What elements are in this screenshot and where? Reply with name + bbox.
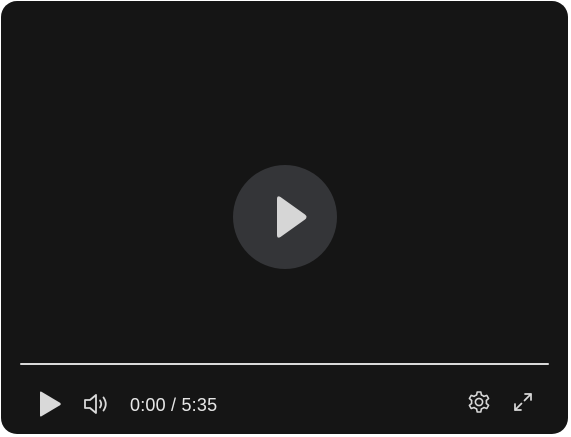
progress-track-line (20, 363, 549, 365)
progress-bar[interactable] (20, 362, 549, 366)
time-display: 0:00 / 5:35 (130, 393, 217, 417)
volume-button[interactable] (83, 392, 111, 416)
current-time: 0:00 (130, 395, 166, 415)
settings-button[interactable] (466, 389, 492, 415)
video-player: 0:00 / 5:35 (1, 1, 568, 434)
duration: 5:35 (181, 395, 218, 415)
volume-icon (84, 394, 107, 414)
time-separator: / (165, 395, 182, 415)
center-play-button[interactable] (233, 165, 337, 269)
gear-icon (468, 391, 490, 413)
play-button[interactable] (37, 390, 63, 418)
expand-icon (514, 393, 532, 411)
play-icon (40, 391, 61, 417)
play-icon (277, 196, 307, 238)
fullscreen-button[interactable] (512, 391, 534, 413)
